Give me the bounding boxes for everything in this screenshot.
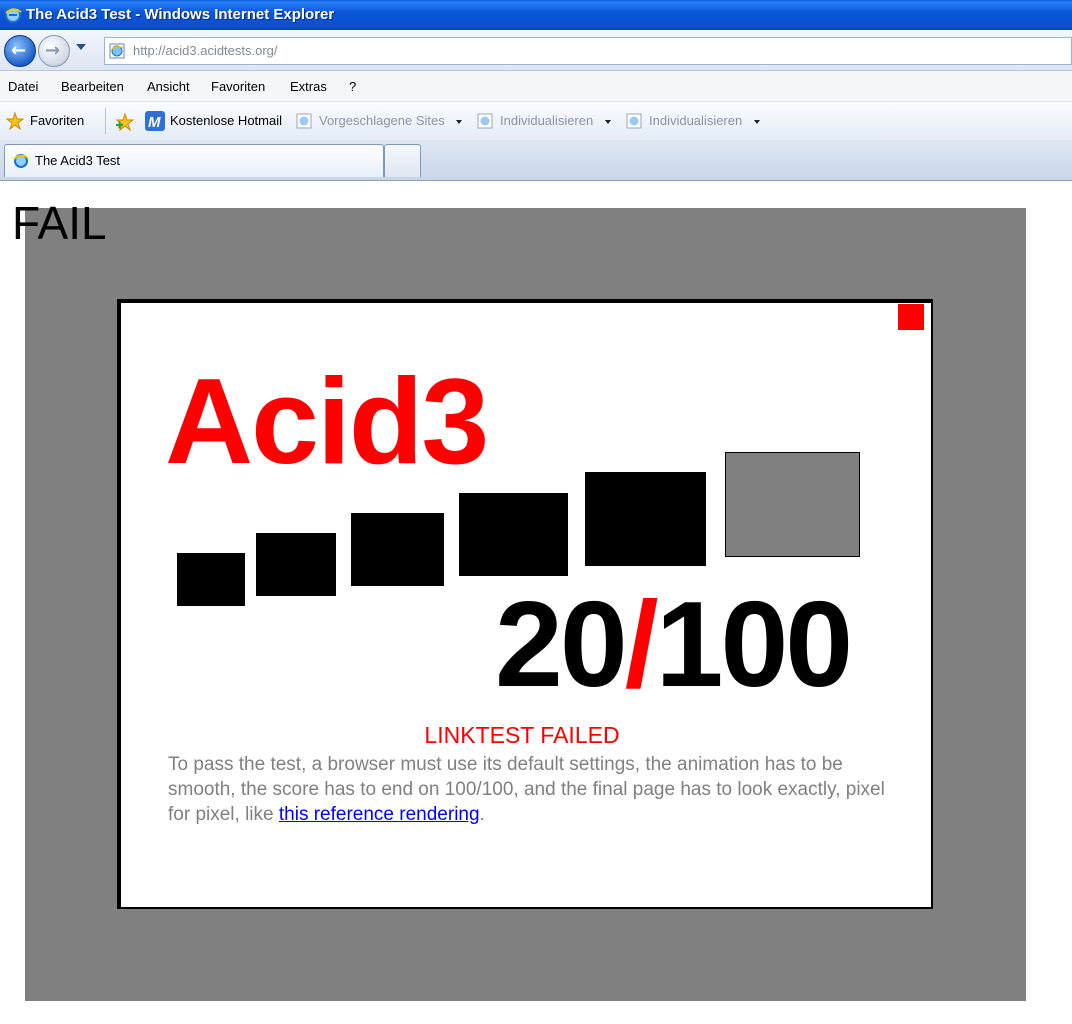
test-box-4 [459, 493, 568, 576]
window-title: The Acid3 Test - Windows Internet Explor… [26, 6, 335, 23]
history-dropdown[interactable] [76, 44, 86, 50]
back-button[interactable]: ← [4, 35, 36, 67]
test-box-5 [585, 472, 706, 566]
menu-ansicht[interactable]: Ansicht [147, 79, 190, 94]
chevron-down-icon[interactable] [456, 120, 462, 124]
back-arrow-icon: ← [11, 40, 27, 61]
chevron-down-icon[interactable] [605, 120, 611, 124]
red-square [898, 304, 924, 330]
test-box-3 [351, 513, 444, 586]
divider [105, 108, 106, 134]
page-icon [296, 113, 312, 129]
page-icon [626, 113, 642, 129]
url-text: http://acid3.acidtests.org/ [133, 43, 278, 58]
hotmail-icon: M [145, 111, 165, 131]
score: 20/100 [495, 583, 853, 705]
acid3-heading: Acid3 [165, 353, 489, 489]
menu-bar: Datei Bearbeiten Ansicht Favoriten Extra… [0, 71, 1072, 102]
menu-extras[interactable]: Extras [290, 79, 327, 94]
description-end: . [479, 804, 485, 825]
page-icon [109, 43, 125, 59]
ie-logo-icon [5, 7, 22, 23]
add-favorite-icon[interactable] [115, 112, 135, 132]
reference-rendering-link[interactable]: this reference rendering [279, 804, 480, 825]
favorites-bar: Favoriten M Kostenlose Hotmail Vorgeschl… [0, 102, 1072, 141]
test-box-2 [256, 533, 336, 596]
tab-acid3[interactable]: The Acid3 Test [4, 144, 384, 177]
score-numerator: 20 [495, 576, 628, 712]
star-icon [6, 112, 24, 130]
description-text: To pass the test, a browser must use its… [168, 754, 885, 825]
chevron-down-icon[interactable] [754, 120, 760, 124]
window-titlebar: The Acid3 Test - Windows Internet Explor… [0, 0, 1072, 30]
test-box-6 [725, 452, 860, 557]
description: To pass the test, a browser must use its… [168, 752, 888, 827]
favorites-item-hotmail[interactable]: Kostenlose Hotmail [170, 113, 282, 128]
fail-status: FAIL [12, 197, 107, 249]
menu-help[interactable]: ? [349, 79, 356, 94]
menu-datei[interactable]: Datei [8, 79, 38, 94]
score-slash: / [624, 576, 659, 712]
score-denominator: 100 [655, 576, 854, 712]
menu-bearbeiten[interactable]: Bearbeiten [61, 79, 124, 94]
test-box-1 [177, 553, 245, 606]
url-field[interactable]: http://acid3.acidtests.org/ [104, 37, 1072, 65]
favorites-item-customize-2[interactable]: Individualisieren [649, 113, 742, 128]
forward-arrow-icon: → [45, 40, 61, 61]
svg-text:M: M [148, 114, 161, 131]
page-icon [477, 113, 493, 129]
error-message: LINKTEST FAILED [424, 722, 620, 748]
favorites-item-customize-1[interactable]: Individualisieren [500, 113, 593, 128]
ie-logo-icon [13, 154, 29, 168]
tab-title: The Acid3 Test [35, 153, 121, 168]
new-tab-button[interactable] [384, 144, 421, 177]
menu-favoriten[interactable]: Favoriten [211, 79, 265, 94]
forward-button[interactable]: → [38, 35, 70, 67]
favorites-item-suggested[interactable]: Vorgeschlagene Sites [319, 113, 445, 128]
favorites-button[interactable]: Favoriten [30, 113, 84, 128]
